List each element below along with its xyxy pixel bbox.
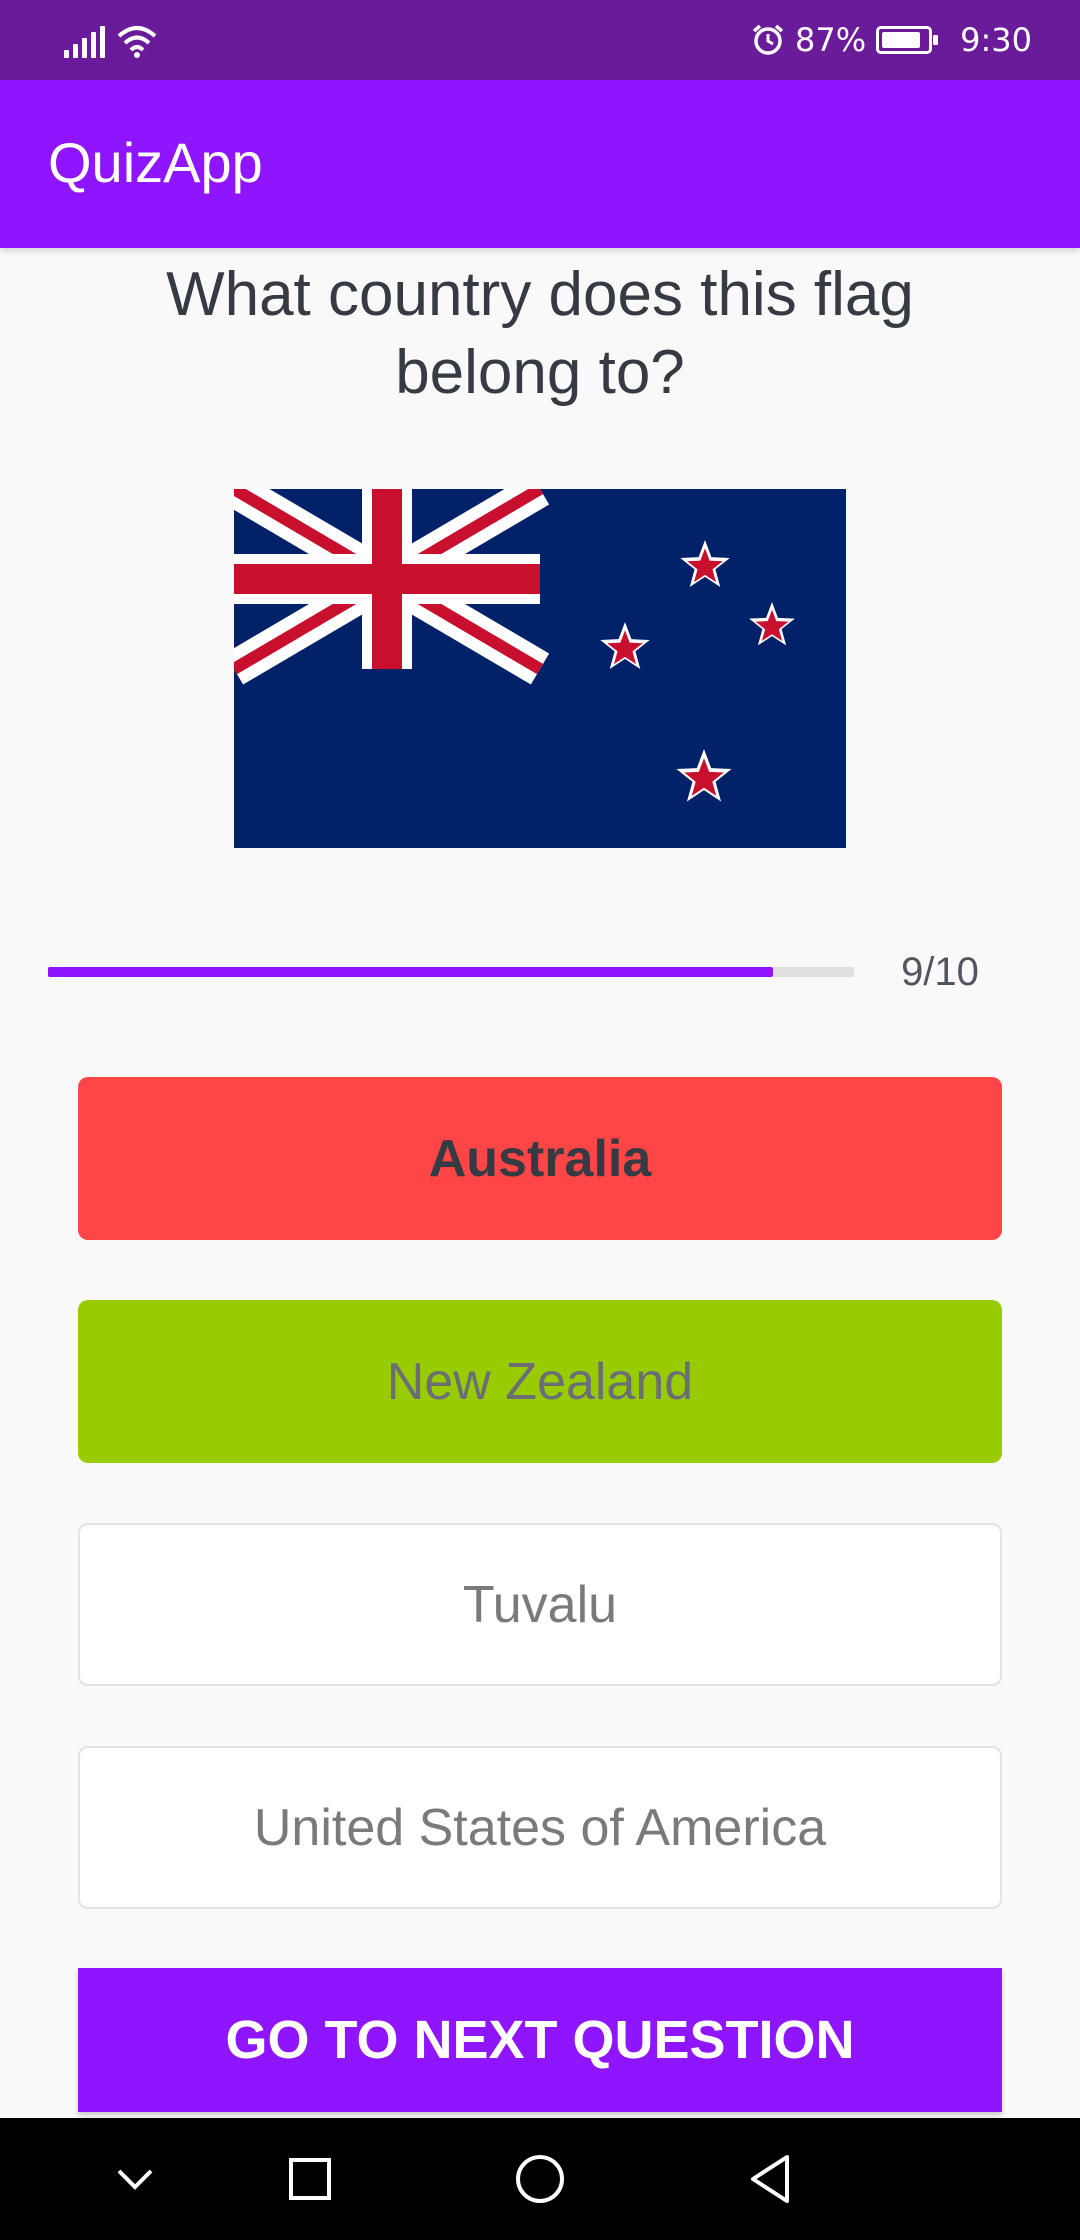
option-united-states[interactable]: United States of America: [78, 1746, 1002, 1909]
app-bar: QuizApp: [0, 80, 1080, 248]
option-tuvalu[interactable]: Tuvalu: [78, 1523, 1002, 1686]
battery-percent: 87%: [795, 21, 867, 59]
app-title: QuizApp: [48, 131, 263, 194]
status-bar: 87% 9:30: [0, 0, 1080, 80]
collapse-icon[interactable]: [100, 2144, 170, 2214]
back-icon[interactable]: [735, 2144, 805, 2214]
navigation-bar: [0, 2118, 1080, 2240]
next-question-button[interactable]: GO TO NEXT QUESTION: [78, 1968, 1002, 2112]
flag-image: [234, 489, 846, 848]
signal-icon: [64, 24, 105, 58]
option-australia[interactable]: Australia: [78, 1077, 1002, 1240]
progress-label: 9/10: [901, 950, 979, 994]
progress-bar: [48, 967, 854, 977]
question-text: What country does this flag belong to?: [166, 260, 914, 407]
status-right: 87% 9:30: [751, 16, 1032, 64]
wifi-icon: [117, 26, 157, 58]
progress-bar-fill: [48, 967, 774, 977]
recents-icon[interactable]: [275, 2144, 345, 2214]
union-jack-canton: [234, 489, 550, 685]
clock: 9:30: [960, 21, 1032, 59]
battery-charging-icon: [876, 26, 939, 54]
option-new-zealand[interactable]: New Zealand: [78, 1300, 1002, 1463]
status-left: [64, 18, 157, 58]
battery-level-fill: [882, 32, 920, 48]
home-icon[interactable]: [505, 2144, 575, 2214]
alarm-icon: [752, 24, 784, 55]
